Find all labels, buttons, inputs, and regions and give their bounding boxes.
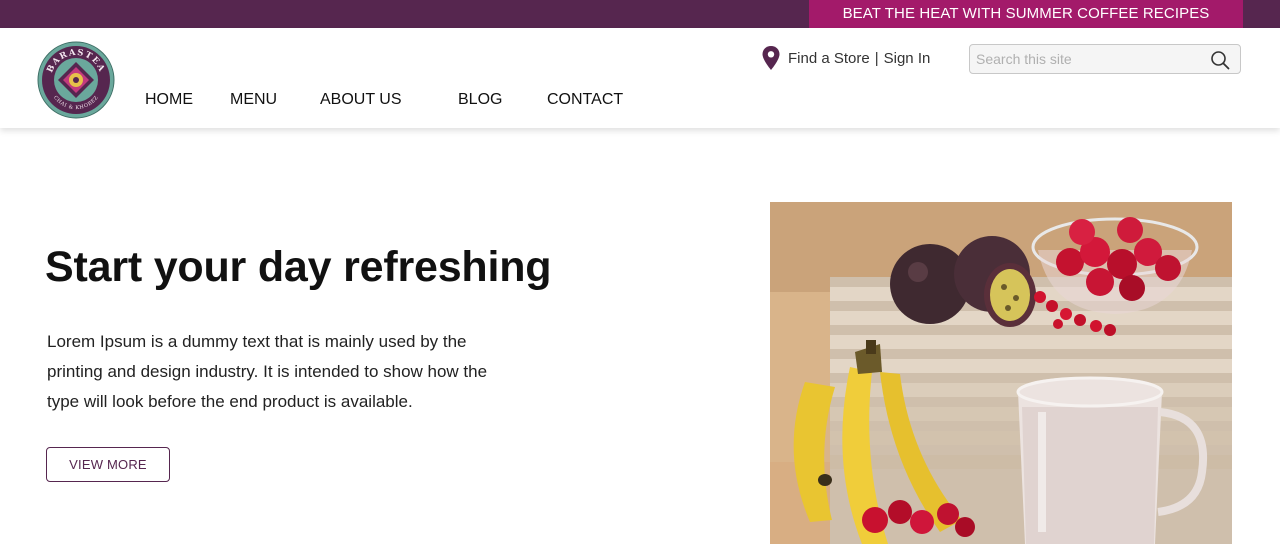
search-icon[interactable] <box>1210 50 1230 70</box>
nav-item-about-us[interactable]: ABOUT US <box>320 91 402 109</box>
hero-image <box>770 202 1232 544</box>
promo-banner[interactable]: BEAT THE HEAT WITH SUMMER COFFEE RECIPES <box>809 0 1243 28</box>
nav-item-menu[interactable]: MENU <box>230 91 277 109</box>
search-input[interactable] <box>970 45 1206 73</box>
view-more-button[interactable]: VIEW MORE <box>46 447 170 482</box>
nav-item-home[interactable]: HOME <box>145 91 193 109</box>
find-store-link[interactable]: Find a Store <box>788 50 870 67</box>
nav-item-contact[interactable]: CONTACT <box>547 91 623 109</box>
hero-description: Lorem Ipsum is a dummy text that is main… <box>47 332 488 411</box>
site-header: BARASTEA CHAI & KHOBEZ HOME MENU ABOUT U… <box>0 28 1280 128</box>
nav-item-blog[interactable]: BLOG <box>458 91 502 109</box>
utility-links: Find a Store | Sign In <box>762 45 930 71</box>
sign-in-link[interactable]: Sign In <box>884 50 931 67</box>
hero-title: Start your day refreshing <box>45 243 552 291</box>
location-pin-icon[interactable] <box>762 46 780 70</box>
utility-separator: | <box>874 49 879 67</box>
barastea-logo[interactable]: BARASTEA CHAI & KHOBEZ <box>37 41 115 119</box>
search-box <box>969 44 1241 74</box>
top-bar: BEAT THE HEAT WITH SUMMER COFFEE RECIPES <box>0 0 1280 28</box>
